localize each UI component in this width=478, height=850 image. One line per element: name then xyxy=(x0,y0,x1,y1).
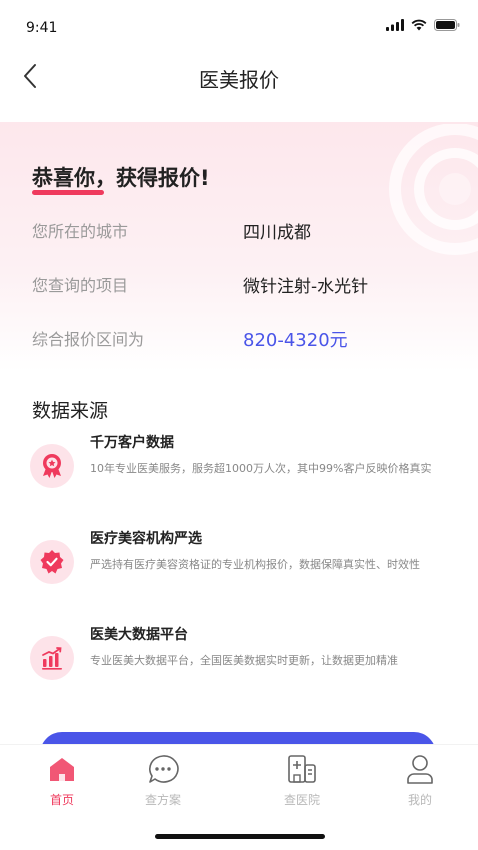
battery-icon xyxy=(434,19,460,31)
tab-home[interactable]: 首页 xyxy=(22,753,102,809)
source-desc: 专业医美大数据平台，全国医美数据实时更新，让数据更加精准 xyxy=(90,654,398,667)
award-ribbon-icon xyxy=(30,444,74,488)
status-time: 9:41 xyxy=(26,20,58,36)
status-bar: 9:41 xyxy=(0,0,478,48)
source-title: 千万客户数据 xyxy=(90,435,174,451)
source-title: 医疗美容机构严选 xyxy=(90,531,202,547)
source-desc: 10年专业医美服务，服务超1000万人次，其中99%客户反映价格真实 xyxy=(90,462,432,475)
decorative-rings-icon xyxy=(389,124,478,255)
info-value: 微针注射-水光针 xyxy=(243,277,369,297)
tab-profile[interactable]: 我的 xyxy=(380,753,460,809)
quote-panel: 恭喜你，获得报价! 您所在的城市 四川成都 您查询的项目 微针注射-水光针 综合… xyxy=(0,122,478,372)
wifi-icon xyxy=(411,19,427,31)
nav-bar: 医美报价 xyxy=(0,48,478,104)
tab-hospitals[interactable]: 查医院 xyxy=(262,753,342,809)
source-title: 医美大数据平台 xyxy=(90,627,188,643)
bar-chart-trend-icon xyxy=(30,636,74,680)
info-label: 您查询的项目 xyxy=(32,276,129,295)
hospital-icon xyxy=(288,755,316,783)
tab-plans[interactable]: 查方案 xyxy=(123,753,203,809)
info-row-project: 您查询的项目 微针注射-水光针 xyxy=(32,272,452,297)
tab-label: 首页 xyxy=(49,793,74,807)
source-desc: 严选持有医疗美容资格证的专业机构报价，数据保障真实性、时效性 xyxy=(90,558,420,571)
home-indicator xyxy=(155,834,325,839)
info-label: 您所在的城市 xyxy=(32,222,129,241)
tab-label: 我的 xyxy=(407,793,432,807)
price-range-value: 820-4320元 xyxy=(243,330,348,351)
home-icon xyxy=(50,758,74,781)
status-icons xyxy=(386,19,460,31)
tab-label: 查方案 xyxy=(144,793,181,807)
chat-bubble-icon xyxy=(149,755,179,783)
user-icon xyxy=(407,755,433,784)
page-title: 医美报价 xyxy=(199,68,279,92)
tab-label: 查医院 xyxy=(283,793,320,807)
info-row-city: 您所在的城市 四川成都 xyxy=(32,218,452,243)
info-row-price: 综合报价区间为 820-4320元 xyxy=(32,326,452,351)
info-label: 综合报价区间为 xyxy=(32,330,145,349)
section-title: 数据来源 xyxy=(32,400,109,422)
congrats-title: 恭喜你，获得报价! xyxy=(32,166,210,190)
info-value: 四川成都 xyxy=(243,223,311,243)
verified-badge-icon xyxy=(30,540,74,584)
tab-bar: 首页 查方案 查医院 我的 xyxy=(0,744,478,816)
signal-icon xyxy=(386,19,404,31)
